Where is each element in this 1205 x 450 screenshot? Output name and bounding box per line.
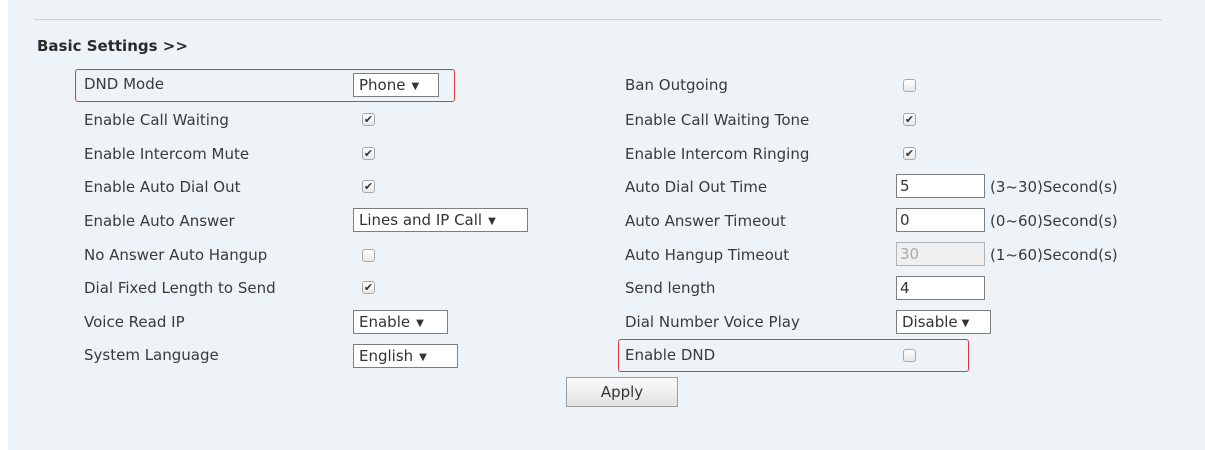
send-length-label: Send length [625, 279, 716, 297]
enable-dnd-label: Enable DND [625, 346, 716, 364]
call-waiting-checkbox[interactable]: ✔ [362, 113, 375, 126]
auto-dial-out-label: Enable Auto Dial Out [84, 178, 241, 196]
dropdown-arrow-icon: ▼ [411, 81, 420, 92]
divider [34, 19, 1162, 20]
intercom-ringing-label: Enable Intercom Ringing [625, 145, 810, 163]
apply-button[interactable]: Apply [566, 377, 678, 407]
call-waiting-tone-label: Enable Call Waiting Tone [625, 111, 810, 129]
auto-dial-out-time-input[interactable]: 5 [896, 174, 985, 198]
dial-fixed-length-checkbox[interactable]: ✔ [362, 281, 375, 294]
dnd-mode-value: Phone [359, 76, 406, 94]
system-language-label: System Language [84, 346, 219, 364]
intercom-mute-checkbox[interactable]: ✔ [362, 147, 375, 160]
intercom-ringing-checkbox[interactable]: ✔ [903, 147, 916, 160]
auto-answer-timeout-label: Auto Answer Timeout [625, 212, 786, 230]
auto-hangup-timeout-label: Auto Hangup Timeout [625, 246, 790, 264]
auto-answer-select[interactable]: Lines and IP Call ▼ [353, 208, 528, 232]
auto-answer-timeout-hint: (0~60)Second(s) [990, 212, 1118, 230]
auto-dial-out-time-label: Auto Dial Out Time [625, 178, 768, 196]
dnd-mode-label: DND Mode [84, 75, 164, 93]
voice-read-ip-select[interactable]: Enable ▼ [353, 310, 448, 334]
dial-number-voice-play-value: Disable [902, 313, 958, 331]
enable-dnd-checkbox[interactable] [903, 349, 916, 362]
intercom-mute-label: Enable Intercom Mute [84, 145, 250, 163]
voice-read-ip-value: Enable [359, 313, 411, 331]
no-answer-hangup-checkbox[interactable] [362, 249, 375, 262]
auto-dial-out-time-hint: (3~30)Second(s) [990, 178, 1118, 196]
dnd-mode-select[interactable]: Phone ▼ [353, 73, 439, 97]
dropdown-arrow-icon: ▼ [419, 352, 427, 363]
dial-fixed-length-label: Dial Fixed Length to Send [84, 279, 276, 297]
dial-number-voice-play-select[interactable]: Disable ▼ [896, 310, 991, 334]
auto-answer-value: Lines and IP Call [359, 211, 483, 229]
ban-outgoing-checkbox[interactable] [903, 79, 916, 92]
no-answer-hangup-label: No Answer Auto Hangup [84, 246, 268, 264]
voice-read-ip-label: Voice Read IP [84, 313, 185, 331]
system-language-select[interactable]: English ▼ [353, 344, 458, 368]
call-waiting-tone-checkbox[interactable]: ✔ [903, 113, 916, 126]
auto-answer-timeout-input[interactable]: 0 [896, 208, 985, 232]
auto-hangup-timeout-input: 30 [896, 242, 985, 266]
system-language-value: English [359, 347, 414, 365]
send-length-input[interactable]: 4 [896, 276, 985, 300]
ban-outgoing-label: Ban Outgoing [625, 76, 728, 94]
auto-hangup-timeout-hint: (1~60)Second(s) [990, 246, 1118, 264]
dropdown-arrow-icon: ▼ [416, 318, 424, 329]
section-title: Basic Settings >> [37, 37, 188, 55]
dropdown-arrow-icon: ▼ [961, 318, 970, 329]
auto-dial-out-checkbox[interactable]: ✔ [362, 180, 375, 193]
dropdown-arrow-icon: ▼ [488, 216, 496, 227]
auto-answer-label: Enable Auto Answer [84, 212, 235, 230]
dial-number-voice-play-label: Dial Number Voice Play [625, 313, 800, 331]
call-waiting-label: Enable Call Waiting [84, 111, 229, 129]
